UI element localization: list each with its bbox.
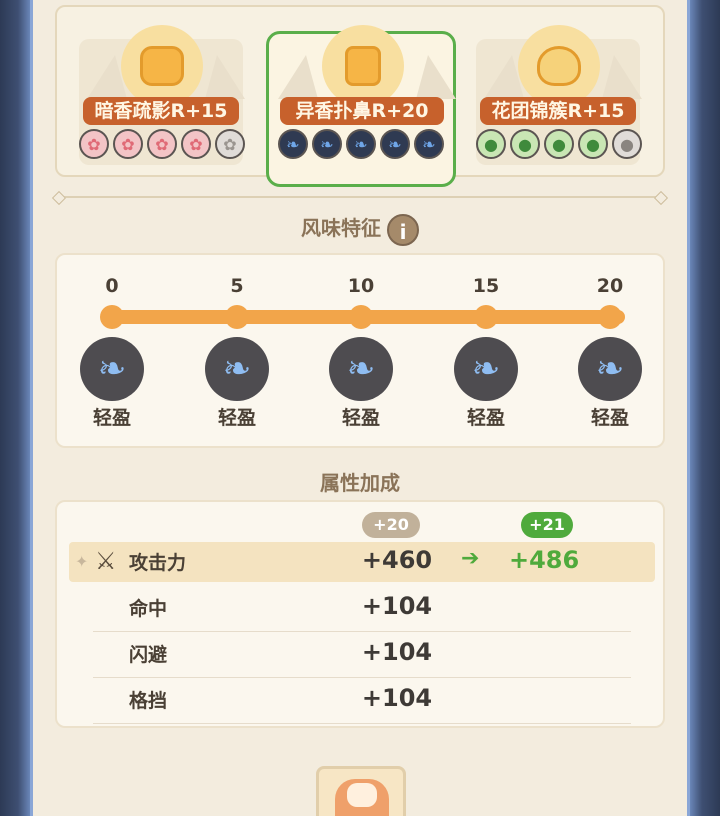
flower-gem-empty-icon: ✿	[215, 129, 245, 159]
recipe-card-3[interactable]: 花团锦簇R+15 ● ● ● ● ●	[472, 19, 644, 167]
scale-label: 20	[596, 275, 624, 297]
attribute-label: 命中	[129, 598, 168, 620]
gem-row: ● ● ● ● ●	[474, 129, 644, 159]
attribute-value: +104	[361, 684, 433, 712]
attribute-new-value: +486	[509, 546, 580, 574]
wing-icon: ❧	[454, 337, 518, 401]
flavor-section-title: 风味特征 i	[0, 212, 720, 246]
attribute-label: 攻击力	[129, 552, 187, 574]
gem-row: ❧ ❧ ❧ ❧ ❧	[276, 129, 446, 159]
flower-gem-icon: ✿	[79, 129, 109, 159]
trait-label: 轻盈	[92, 407, 131, 429]
attribute-value: +460	[361, 546, 433, 574]
track-node	[100, 305, 124, 329]
paw-gem-icon: ●	[544, 129, 574, 159]
trait-label: 轻盈	[466, 407, 505, 429]
scale-label: 10	[347, 275, 375, 297]
window-frame-right	[690, 0, 720, 816]
box-face-icon	[322, 25, 404, 107]
attribute-label: 格挡	[129, 690, 168, 712]
wing-gem-icon: ❧	[380, 129, 410, 159]
wing-icon: ❧	[205, 337, 269, 401]
trait-label: 轻盈	[590, 407, 629, 429]
paw-gem-icon: ●	[476, 129, 506, 159]
scale-label: 5	[230, 275, 244, 297]
track-node	[225, 305, 249, 329]
flower-gem-icon: ✿	[113, 129, 143, 159]
track-node	[349, 305, 373, 329]
crossed-swords-icon: ⚔	[95, 547, 117, 575]
trait-label: 轻盈	[341, 407, 380, 429]
attributes-panel: +20 +21 ✦ ⚔ 攻击力 +460 ➔ +486 命中 +104 闪避 +…	[55, 500, 665, 728]
gem-row: ✿ ✿ ✿ ✿ ✿	[77, 129, 247, 159]
trait-label: 轻盈	[217, 407, 256, 429]
scale-label: 15	[472, 275, 500, 297]
paw-gem-icon: ●	[578, 129, 608, 159]
window-frame-left	[0, 0, 30, 816]
row-divider	[93, 631, 631, 632]
track-node	[598, 305, 622, 329]
wing-icon: ❧	[578, 337, 642, 401]
wing-gem-icon: ❧	[346, 129, 376, 159]
recipe-name: 花团锦簇R+15	[480, 97, 636, 125]
recipe-card-1[interactable]: 暗香疏影R+15 ✿ ✿ ✿ ✿ ✿	[75, 19, 247, 167]
current-level-badge: +20	[362, 512, 420, 538]
scale-label: 0	[105, 275, 119, 297]
paw-gem-icon: ●	[510, 129, 540, 159]
recipe-card-2[interactable]: 异香扑鼻R+20 ❧ ❧ ❧ ❧ ❧	[266, 19, 456, 187]
flower-gem-icon: ✿	[181, 129, 211, 159]
row-divider	[93, 723, 631, 724]
attribute-row-attack: ✦ ⚔ 攻击力 +460 ➔ +486	[69, 542, 655, 582]
fox-tail-icon	[518, 25, 600, 107]
recipe-selector: 暗香疏影R+15 ✿ ✿ ✿ ✿ ✿ 异香扑鼻R+20 ❧ ❧ ❧ ❧ ❧ 花团…	[55, 5, 665, 187]
attributes-section-title: 属性加成	[320, 471, 400, 495]
next-level-badge: +21	[521, 512, 573, 538]
paw-gem-empty-icon: ●	[612, 129, 642, 159]
arrow-right-icon: ➔	[461, 546, 480, 571]
attribute-value: +104	[361, 592, 433, 620]
wing-gem-icon: ❧	[278, 129, 308, 159]
flavor-scale-panel: 0 5 10 15 20 ❧ ❧ ❧ ❧ ❧ 轻盈 轻盈 轻盈 轻盈 轻盈	[55, 253, 665, 448]
attribute-row-hit: 命中 +104	[69, 588, 655, 632]
attribute-value: +104	[361, 638, 433, 666]
flavor-title-text: 风味特征	[301, 216, 381, 240]
attribute-row-block: 格挡 +104	[69, 680, 655, 724]
character-face	[347, 783, 377, 807]
row-divider	[93, 677, 631, 678]
wing-icon: ❧	[329, 337, 393, 401]
recipe-name: 暗香疏影R+15	[83, 97, 239, 125]
item-card[interactable]	[316, 766, 406, 816]
track-node	[474, 305, 498, 329]
recipe-name: 异香扑鼻R+20	[280, 97, 444, 125]
attribute-row-dodge: 闪避 +104	[69, 634, 655, 678]
sparkle-icon: ✦	[75, 552, 89, 571]
attribute-label: 闪避	[129, 644, 168, 666]
flower-gem-icon: ✿	[147, 129, 177, 159]
wing-icon: ❧	[80, 337, 144, 401]
section-divider	[58, 196, 662, 198]
wing-gem-icon: ❧	[312, 129, 342, 159]
info-icon[interactable]: i	[387, 213, 419, 246]
cat-face-icon	[121, 25, 203, 107]
wing-gem-icon: ❧	[414, 129, 444, 159]
